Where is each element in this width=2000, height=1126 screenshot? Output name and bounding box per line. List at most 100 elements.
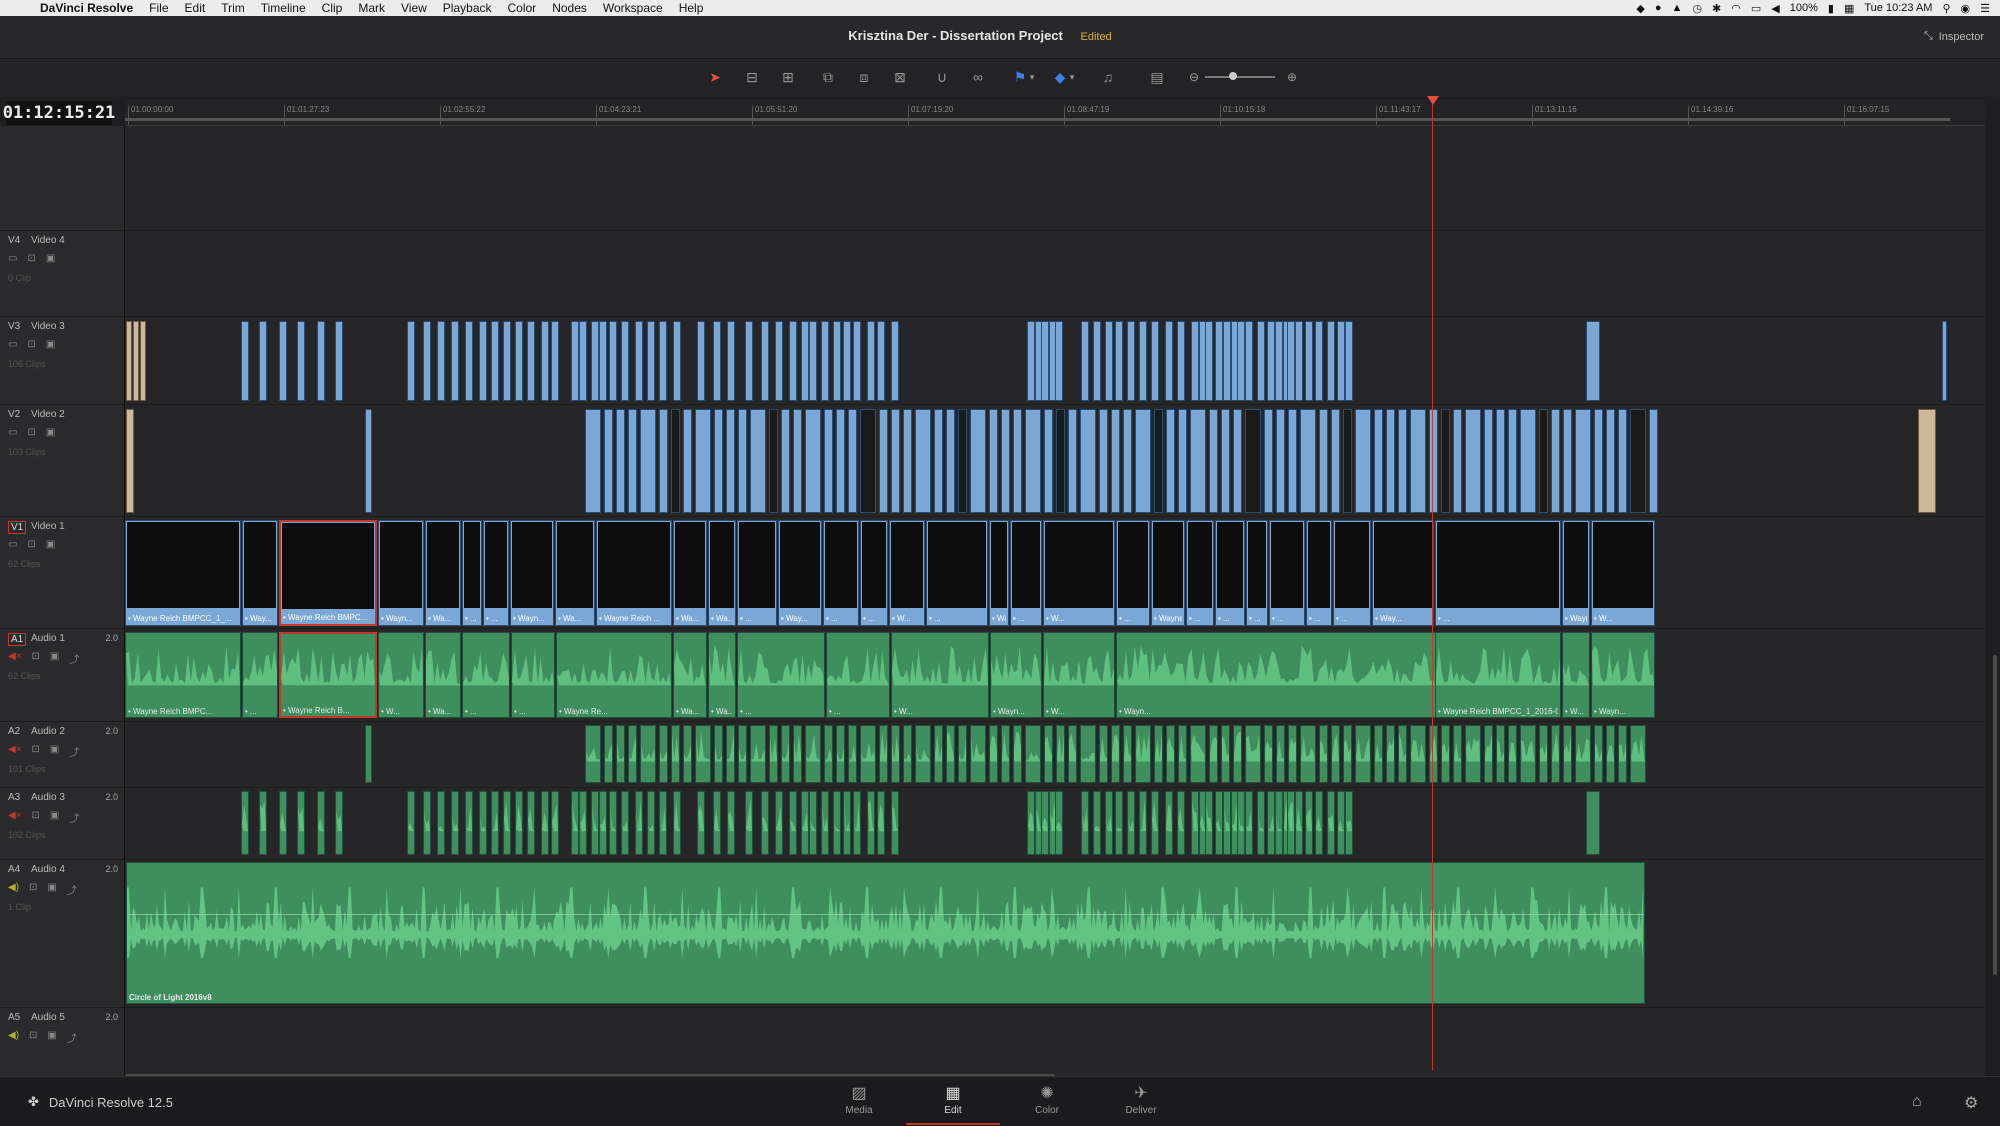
- video-clip[interactable]: [879, 409, 888, 513]
- bluetooth-icon[interactable]: ✱: [1712, 2, 1721, 15]
- video-clip[interactable]: [1191, 321, 1199, 401]
- lock-icon[interactable]: ⊡: [27, 539, 35, 550]
- track-header-v2[interactable]: V2 Video 2 ▭ ⊡ ▣ 103 Clips: [0, 404, 124, 517]
- video-clip[interactable]: [1300, 409, 1316, 513]
- video-clip[interactable]: • Wa...: [673, 520, 707, 626]
- video-clip[interactable]: [1025, 409, 1041, 513]
- video-clip[interactable]: [958, 409, 967, 513]
- audio-clip[interactable]: [1080, 725, 1096, 783]
- siri-icon[interactable]: ◉: [1961, 2, 1971, 15]
- video-clip[interactable]: [640, 409, 656, 513]
- video-clip[interactable]: [140, 321, 146, 401]
- audio-clip[interactable]: [821, 791, 829, 855]
- audio-clip[interactable]: [1111, 725, 1120, 783]
- video-clip[interactable]: [1154, 409, 1163, 513]
- video-clip[interactable]: • W...: [1043, 520, 1115, 626]
- linked-selection-icon[interactable]: ∞: [966, 67, 990, 87]
- audio-clip[interactable]: [1441, 725, 1450, 783]
- menu-nodes[interactable]: Nodes: [552, 1, 587, 15]
- audio-clip[interactable]: [1257, 791, 1265, 855]
- video-clip[interactable]: [836, 409, 845, 513]
- video-clip[interactable]: [673, 321, 681, 401]
- audio-clip[interactable]: [1139, 791, 1147, 855]
- track-id[interactable]: A1: [8, 633, 27, 646]
- audio-clip[interactable]: [335, 791, 343, 855]
- audio-clip[interactable]: [801, 791, 809, 855]
- video-clip[interactable]: [738, 409, 747, 513]
- lock-icon[interactable]: ⊡: [29, 882, 37, 897]
- video-clip[interactable]: [317, 321, 325, 401]
- video-clip[interactable]: • Wa...: [555, 520, 595, 626]
- enable-track-icon[interactable]: ▣: [50, 651, 59, 666]
- audio-clip[interactable]: [1245, 725, 1261, 783]
- audio-clip[interactable]: [1276, 725, 1285, 783]
- audio-clip[interactable]: [714, 725, 723, 783]
- video-clip[interactable]: • Wa...: [708, 520, 736, 626]
- zoom-out-icon[interactable]: ⊖: [1182, 67, 1206, 87]
- audio-clip[interactable]: [989, 725, 998, 783]
- video-clip[interactable]: • ...: [1215, 520, 1245, 626]
- audio-curve-icon[interactable]: ⤴: [67, 882, 77, 897]
- audio-clip[interactable]: [867, 791, 875, 855]
- audio-clip[interactable]: [1151, 791, 1159, 855]
- audio-clip[interactable]: [1205, 791, 1213, 855]
- audio-clip[interactable]: [769, 725, 778, 783]
- video-clip[interactable]: [1127, 321, 1135, 401]
- video-clip[interactable]: [503, 321, 511, 401]
- video-clip[interactable]: [126, 409, 134, 513]
- snapping-icon[interactable]: ∪: [930, 67, 954, 87]
- audio-clip[interactable]: • W...: [1562, 632, 1590, 718]
- video-clip[interactable]: [1343, 409, 1352, 513]
- track-a2[interactable]: [125, 721, 1985, 788]
- audio-clip[interactable]: [891, 725, 900, 783]
- audio-clip[interactable]: [1215, 791, 1223, 855]
- audio-clip[interactable]: [451, 791, 459, 855]
- video-clip[interactable]: [891, 321, 899, 401]
- video-clip[interactable]: [1245, 321, 1253, 401]
- menu-timeline[interactable]: Timeline: [261, 1, 306, 15]
- wifi-icon[interactable]: ◠: [1731, 2, 1741, 15]
- audio-clip[interactable]: • Wayne Reich BMPCC_1_2016-05-06_02...: [1435, 632, 1561, 718]
- video-clip[interactable]: [989, 409, 998, 513]
- video-clip[interactable]: [1080, 409, 1096, 513]
- audio-clip[interactable]: [853, 791, 861, 855]
- vertical-scrollbar[interactable]: [1993, 655, 1997, 975]
- audio-clip[interactable]: • W...: [891, 632, 989, 718]
- audio-clip[interactable]: [317, 791, 325, 855]
- audio-clip[interactable]: • Wa...: [708, 632, 736, 718]
- audio-clip[interactable]: [503, 791, 511, 855]
- audio-clip[interactable]: • Wayne Reich B...: [279, 632, 377, 718]
- menu-edit[interactable]: Edit: [185, 1, 206, 15]
- audio-clip[interactable]: [647, 791, 655, 855]
- video-clip[interactable]: [1055, 321, 1063, 401]
- video-clip[interactable]: [365, 409, 372, 513]
- audio-clip[interactable]: [1099, 725, 1108, 783]
- video-clip[interactable]: [585, 409, 601, 513]
- video-clip[interactable]: [1337, 321, 1345, 401]
- audio-clip[interactable]: [860, 725, 876, 783]
- audio-clip[interactable]: [727, 791, 735, 855]
- video-clip[interactable]: [1215, 321, 1223, 401]
- audio-clip[interactable]: [809, 791, 817, 855]
- audio-clip[interactable]: [946, 725, 955, 783]
- video-clip[interactable]: [745, 321, 753, 401]
- video-clip[interactable]: [1151, 321, 1159, 401]
- audio-clip[interactable]: [1115, 791, 1123, 855]
- video-clip[interactable]: [1264, 409, 1273, 513]
- video-clip[interactable]: [1441, 409, 1450, 513]
- video-clip[interactable]: [437, 321, 445, 401]
- video-clip[interactable]: [848, 409, 857, 513]
- audio-clip[interactable]: [423, 791, 431, 855]
- video-clip[interactable]: • ...: [462, 520, 482, 626]
- menu-trim[interactable]: Trim: [221, 1, 245, 15]
- audio-clip[interactable]: [365, 725, 372, 783]
- lock-icon[interactable]: ⊡: [27, 253, 35, 264]
- spotlight-icon[interactable]: ⚲: [1942, 2, 1950, 15]
- audio-clip[interactable]: [1386, 725, 1395, 783]
- audio-clip[interactable]: [1068, 725, 1077, 783]
- video-clip[interactable]: • Wayne Reich BMPCC_1_2016-05-06_0212_..…: [1562, 520, 1590, 626]
- audio-clip[interactable]: • W...: [378, 632, 424, 718]
- video-clip[interactable]: [1520, 409, 1536, 513]
- audio-clip[interactable]: [836, 725, 845, 783]
- track-v2[interactable]: [125, 404, 1985, 517]
